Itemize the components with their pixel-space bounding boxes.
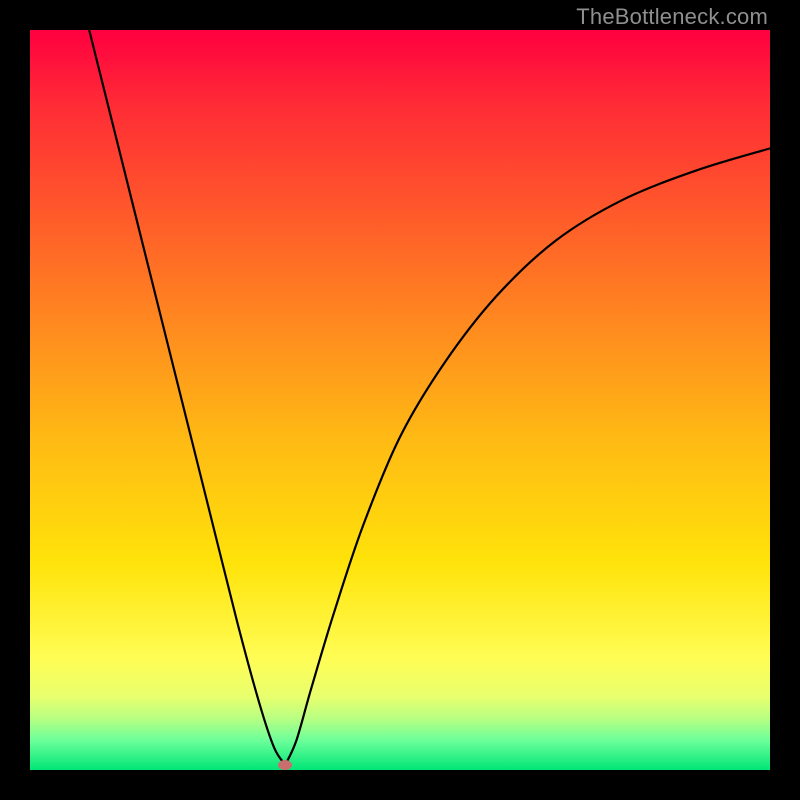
chart-frame: TheBottleneck.com bbox=[0, 0, 800, 800]
curve-right-branch bbox=[285, 148, 770, 764]
plot-area bbox=[30, 30, 770, 770]
minimum-marker bbox=[278, 760, 292, 770]
bottleneck-curve bbox=[30, 30, 770, 770]
watermark-label: TheBottleneck.com bbox=[576, 4, 768, 30]
curve-left-branch bbox=[89, 30, 285, 765]
